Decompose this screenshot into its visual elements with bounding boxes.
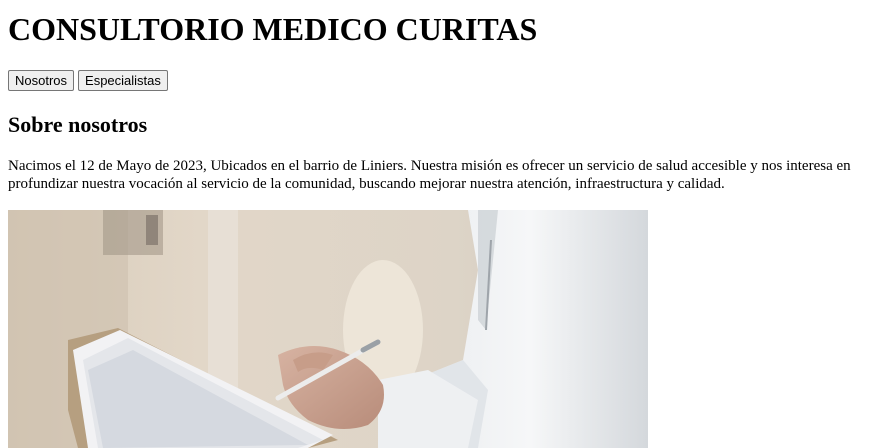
about-paragraph: Nacimos el 12 de Mayo de 2023, Ubicados … (8, 158, 851, 192)
page-title: CONSULTORIO MEDICO CURITAS (8, 11, 538, 47)
nav-nosotros-button[interactable]: Nosotros (8, 70, 75, 91)
main-nav: Nosotros Especialistas (8, 70, 168, 91)
about-heading: Sobre nosotros (8, 112, 148, 137)
nav-especialistas-button[interactable]: Especialistas (78, 70, 168, 91)
doctor-photo (8, 210, 648, 448)
